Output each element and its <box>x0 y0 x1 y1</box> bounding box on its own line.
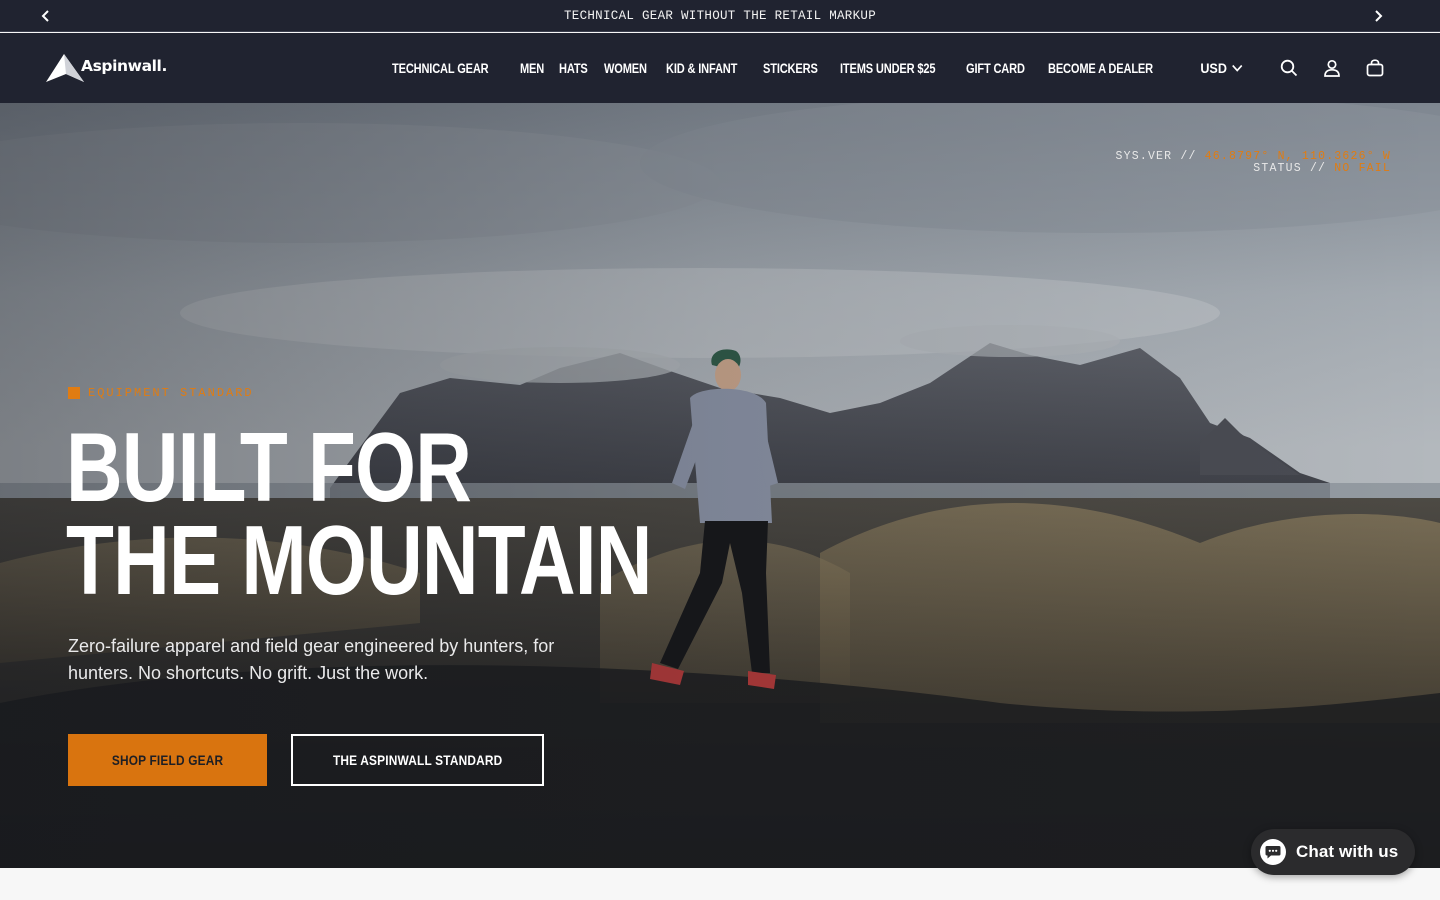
hero-title-line-2: THE MOUNTAIN <box>66 505 652 615</box>
logo-text: Aspinwall. <box>81 57 167 75</box>
announcement-bar: TECHNICAL GEAR WITHOUT THE RETAIL MARKUP <box>0 0 1440 32</box>
announcement-text: TECHNICAL GEAR WITHOUT THE RETAIL MARKUP <box>563 8 877 23</box>
shop-field-gear-button[interactable]: SHOP FIELD GEAR <box>68 734 267 786</box>
nav-women[interactable]: WOMEN <box>604 61 647 76</box>
search-icon <box>1280 59 1298 77</box>
cart-icon <box>1366 59 1384 77</box>
next-section <box>0 868 1440 900</box>
status-label: STATUS // <box>1253 162 1327 175</box>
chat-icon <box>1260 839 1286 865</box>
hero-title: BUILT FOR THE MOUNTAIN <box>66 412 652 615</box>
system-readout: SYS.VER // 46.8797° N, 110.3626° W STATU… <box>1116 151 1391 175</box>
sys-label: SYS.VER // <box>1115 150 1197 163</box>
nav-men[interactable]: MEN <box>520 61 544 76</box>
main-nav: TECHNICAL GEAR MEN HATS WOMEN KID & INFA… <box>392 33 1166 103</box>
chevron-left-icon <box>41 10 49 22</box>
chat-label: Chat with us <box>1296 842 1399 861</box>
hero-subtitle: Zero-failure apparel and field gear engi… <box>68 636 555 683</box>
currency-selector[interactable]: USD <box>1201 60 1243 76</box>
account-icon <box>1324 59 1340 77</box>
nav-gift-card[interactable]: GIFT CARD <box>966 61 1025 76</box>
currency-label: USD <box>1200 60 1228 76</box>
nav-items-under-25[interactable]: ITEMS UNDER $25 <box>840 61 936 76</box>
hero-section: SYS.VER // 46.8797° N, 110.3626° W STATU… <box>0 103 1440 868</box>
orange-square-icon <box>68 387 80 399</box>
search-button[interactable] <box>1268 47 1310 89</box>
aspinwall-standard-label: THE ASPINWALL STANDARD <box>332 752 503 768</box>
account-button[interactable] <box>1311 47 1353 89</box>
header-actions: USD <box>1198 33 1396 103</box>
chevron-down-icon <box>1232 64 1243 72</box>
nav-technical-gear[interactable]: TECHNICAL GEAR <box>392 61 489 76</box>
chat-widget-button[interactable]: Chat with us <box>1251 829 1415 875</box>
chevron-right-icon <box>1375 10 1383 22</box>
aspinwall-standard-button[interactable]: THE ASPINWALL STANDARD <box>291 734 544 786</box>
announcement-prev-button[interactable] <box>30 0 62 32</box>
status-value: NO FAIL <box>1334 162 1391 175</box>
announcement-next-button[interactable] <box>1362 0 1394 32</box>
eyebrow-text: EQUIPMENT STANDARD <box>88 386 254 400</box>
site-header: Aspinwall. TECHNICAL GEAR MEN HATS WOMEN… <box>0 33 1440 103</box>
shop-field-gear-label: SHOP FIELD GEAR <box>111 752 224 768</box>
logo-link[interactable]: Aspinwall. <box>44 52 167 84</box>
nav-kid-infant[interactable]: KID & INFANT <box>666 61 737 76</box>
nav-become-a-dealer[interactable]: BECOME A DEALER <box>1048 61 1153 76</box>
hero-eyebrow: EQUIPMENT STANDARD <box>68 386 254 400</box>
cart-button[interactable] <box>1354 47 1396 89</box>
nav-hats[interactable]: HATS <box>559 61 588 76</box>
hero-title-line-1: BUILT FOR <box>66 412 472 522</box>
nav-stickers[interactable]: STICKERS <box>763 61 818 76</box>
